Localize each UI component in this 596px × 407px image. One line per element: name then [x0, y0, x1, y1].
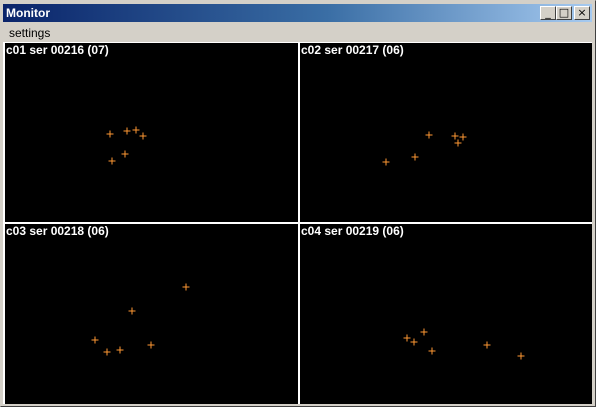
detection-marker — [410, 338, 418, 346]
detection-marker — [403, 334, 411, 342]
monitor-grid: c01 ser 00216 (07) c02 ser 00217 (06) c0… — [3, 42, 592, 404]
detection-marker — [451, 132, 459, 140]
camera-panel-c03: c03 ser 00218 (06) — [5, 224, 298, 404]
camera-panel-c02: c02 ser 00217 (06) — [300, 43, 592, 222]
detection-marker — [121, 150, 129, 158]
detection-marker — [420, 328, 428, 336]
detection-marker — [425, 131, 433, 139]
detection-marker — [517, 352, 525, 360]
marker-layer — [382, 131, 467, 166]
detection-marker — [132, 126, 140, 134]
marker-layer — [403, 328, 525, 360]
detection-marker — [454, 139, 462, 147]
detection-marker — [459, 133, 467, 141]
detection-marker — [483, 341, 491, 349]
window-title: Monitor — [6, 6, 50, 20]
detection-marker — [128, 307, 136, 315]
detection-marker — [91, 336, 99, 344]
detection-marker — [428, 347, 436, 355]
detection-marker — [116, 346, 124, 354]
detection-marker — [108, 157, 116, 165]
marker-layer — [91, 283, 190, 356]
camera-panel-c01: c01 ser 00216 (07) — [5, 43, 298, 222]
title-bar[interactable]: Monitor _ □ × — [3, 4, 592, 22]
marker-layer — [106, 126, 147, 165]
panel-label: c02 ser 00217 (06) — [301, 43, 404, 57]
monitor-window: Monitor _ □ × settings c01 ser 00216 (07… — [0, 0, 596, 407]
detection-marker — [182, 283, 190, 291]
minimize-button[interactable]: _ — [540, 6, 556, 20]
detection-marker — [147, 341, 155, 349]
maximize-button[interactable]: □ — [556, 6, 572, 20]
detection-marker — [103, 348, 111, 356]
panel-label: c01 ser 00216 (07) — [6, 43, 109, 57]
close-button[interactable]: × — [574, 6, 590, 20]
detection-marker — [123, 127, 131, 135]
menu-settings[interactable]: settings — [9, 26, 50, 40]
panel-label: c03 ser 00218 (06) — [6, 224, 109, 238]
detection-marker — [411, 153, 419, 161]
panel-label: c04 ser 00219 (06) — [301, 224, 404, 238]
detection-marker — [382, 158, 390, 166]
detection-marker — [106, 130, 114, 138]
detection-marker — [139, 132, 147, 140]
camera-panel-c04: c04 ser 00219 (06) — [300, 224, 592, 404]
menu-bar: settings — [3, 23, 592, 42]
